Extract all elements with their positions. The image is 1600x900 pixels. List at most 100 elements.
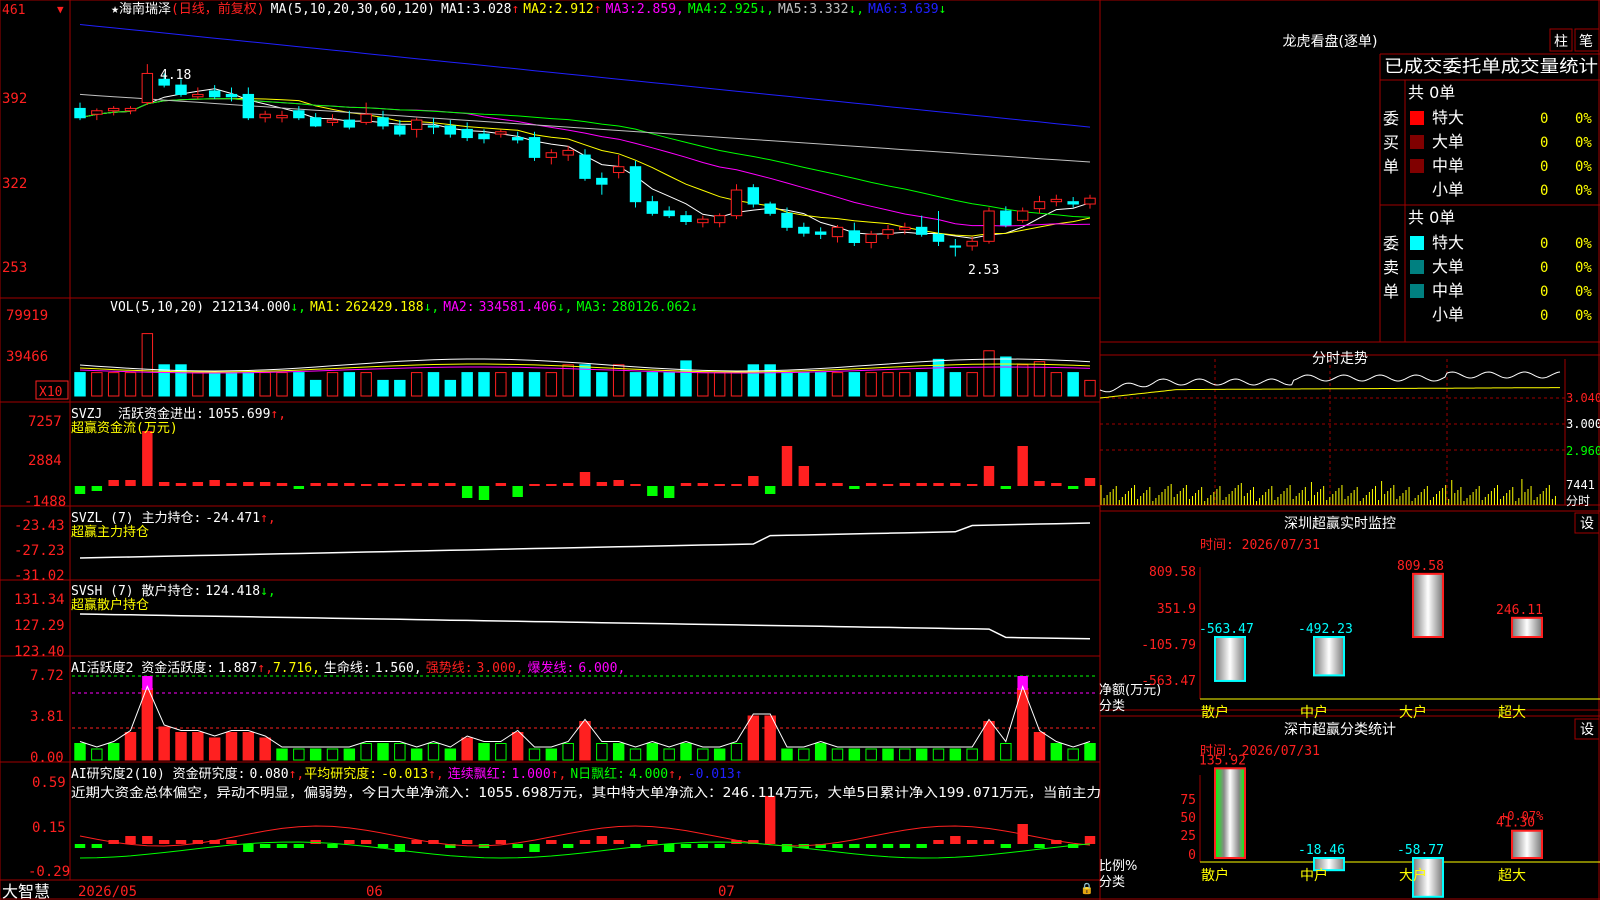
candle-body[interactable] bbox=[326, 119, 339, 123]
research-bar[interactable] bbox=[1034, 844, 1045, 848]
volume-bar[interactable] bbox=[680, 360, 692, 397]
research-bar[interactable] bbox=[916, 844, 927, 848]
volume-bar[interactable] bbox=[899, 372, 911, 397]
fund-flow-bar[interactable] bbox=[798, 466, 810, 486]
candle-body[interactable] bbox=[528, 137, 541, 158]
activity-bar[interactable] bbox=[158, 726, 170, 761]
volume-bar[interactable] bbox=[596, 372, 608, 397]
candle-body[interactable] bbox=[192, 93, 204, 98]
activity-bar[interactable] bbox=[293, 748, 305, 761]
volume-bar[interactable] bbox=[612, 364, 625, 397]
volume-bar[interactable] bbox=[882, 372, 894, 397]
fund-flow-bar[interactable] bbox=[933, 483, 944, 486]
svsh-retail-position-chart[interactable] bbox=[79, 613, 1091, 640]
fund-flow-bar[interactable] bbox=[950, 483, 961, 486]
activity-bar[interactable] bbox=[596, 743, 608, 761]
activity-bar[interactable] bbox=[495, 743, 507, 761]
activity-bar[interactable] bbox=[932, 748, 945, 761]
candle-body[interactable] bbox=[427, 125, 440, 128]
volume-bar[interactable] bbox=[410, 372, 423, 397]
research-bar[interactable] bbox=[293, 844, 305, 848]
fund-flow-bar[interactable] bbox=[495, 483, 507, 486]
activity-bar[interactable] bbox=[882, 748, 894, 761]
candle-body[interactable] bbox=[259, 113, 271, 119]
volume-bar[interactable] bbox=[208, 372, 221, 397]
menu-arrow-icon[interactable]: ▼ bbox=[57, 3, 64, 16]
candle-body[interactable] bbox=[495, 131, 507, 135]
candle-body[interactable] bbox=[309, 117, 322, 127]
volume-bar[interactable] bbox=[814, 372, 827, 397]
candle-body[interactable] bbox=[697, 218, 709, 224]
volume-bar[interactable] bbox=[107, 372, 120, 397]
candle-body[interactable] bbox=[764, 203, 776, 214]
category-bar[interactable] bbox=[1412, 572, 1444, 639]
activity-bar[interactable] bbox=[713, 748, 726, 761]
fund-flow-bar[interactable] bbox=[344, 483, 355, 486]
candle-body[interactable] bbox=[293, 110, 305, 119]
candle-body[interactable] bbox=[713, 215, 726, 224]
research-bar[interactable] bbox=[680, 844, 692, 848]
category-bar[interactable] bbox=[1511, 616, 1543, 638]
activity-bar[interactable] bbox=[915, 748, 928, 761]
activity-bar[interactable] bbox=[343, 748, 356, 761]
candle-body[interactable] bbox=[545, 152, 558, 158]
research-bar[interactable] bbox=[865, 844, 877, 848]
activity-bar[interactable] bbox=[91, 748, 103, 761]
candle-body[interactable] bbox=[1000, 210, 1012, 226]
x10-badge[interactable]: X10 bbox=[39, 385, 62, 400]
volume-bar[interactable] bbox=[495, 372, 507, 397]
fund-flow-bar[interactable] bbox=[461, 486, 473, 498]
activity-bar[interactable] bbox=[242, 732, 255, 761]
research-bar[interactable] bbox=[512, 844, 523, 848]
volume-bar[interactable] bbox=[141, 333, 154, 397]
activity-bar[interactable] bbox=[326, 748, 339, 761]
volume-bar[interactable] bbox=[124, 372, 137, 397]
candle-body[interactable] bbox=[208, 90, 221, 98]
fund-flow-bar[interactable] bbox=[899, 483, 911, 486]
volume-bar[interactable] bbox=[259, 372, 271, 397]
candle-body[interactable] bbox=[91, 110, 103, 115]
btn-bi[interactable]: 笔 bbox=[1579, 34, 1593, 50]
candle-body[interactable] bbox=[680, 215, 692, 223]
research-bar[interactable] bbox=[461, 840, 473, 844]
activity-bar[interactable] bbox=[899, 748, 911, 761]
fund-flow-bar[interactable] bbox=[1084, 478, 1096, 486]
fund-flow-bar[interactable] bbox=[1034, 481, 1045, 486]
research-bar[interactable] bbox=[175, 840, 187, 844]
volume-bar[interactable] bbox=[713, 372, 726, 397]
research-bar[interactable] bbox=[983, 840, 995, 844]
research-bar[interactable] bbox=[259, 844, 271, 848]
fund-flow-bar[interactable] bbox=[327, 483, 338, 486]
volume-bar[interactable] bbox=[1067, 372, 1079, 397]
fund-flow-bar[interactable] bbox=[562, 483, 574, 486]
research-bar[interactable] bbox=[849, 844, 860, 848]
activity-bar[interactable] bbox=[831, 748, 844, 761]
research-bar[interactable] bbox=[899, 844, 911, 848]
research-bar[interactable] bbox=[546, 840, 557, 844]
candle-body[interactable] bbox=[562, 149, 574, 156]
activity-bar[interactable] bbox=[528, 748, 541, 761]
candle-body[interactable] bbox=[1033, 201, 1046, 210]
activity-bar[interactable] bbox=[798, 748, 810, 761]
candle-body[interactable] bbox=[747, 187, 760, 205]
activity-bar[interactable] bbox=[141, 688, 154, 761]
fund-flow-bar[interactable] bbox=[596, 482, 608, 486]
fund-flow-bar[interactable] bbox=[546, 484, 557, 486]
research-bar[interactable] bbox=[360, 840, 372, 844]
volume-bar[interactable] bbox=[949, 372, 962, 397]
activity-bar[interactable] bbox=[629, 748, 642, 761]
activity-bar[interactable] bbox=[966, 748, 978, 761]
activity-bar[interactable] bbox=[612, 743, 625, 761]
candle-body[interactable] bbox=[343, 119, 356, 128]
research-bar[interactable] bbox=[125, 836, 136, 844]
candle-body[interactable] bbox=[831, 226, 844, 238]
volume-bar[interactable] bbox=[478, 372, 490, 397]
volume-bar[interactable] bbox=[1000, 356, 1012, 397]
lock-icon[interactable]: 🔒 bbox=[1080, 882, 1094, 895]
research-bar[interactable] bbox=[613, 840, 624, 844]
volume-bar[interactable] bbox=[175, 364, 187, 397]
candle-body[interactable] bbox=[124, 107, 137, 112]
fund-flow-bar[interactable] bbox=[630, 484, 641, 486]
stock-terminal-canvas[interactable]: 461 ▼ ★海南瑞泽(日线，前复权) MA(5,10,20,30,60,120)… bbox=[0, 0, 1600, 900]
fund-flow-bar[interactable] bbox=[125, 480, 136, 486]
